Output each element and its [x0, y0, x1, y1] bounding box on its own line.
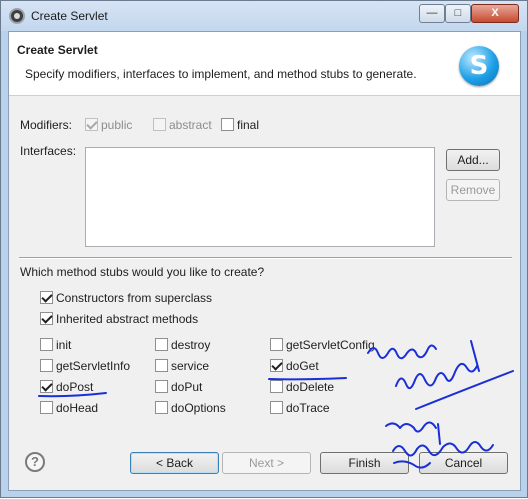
doget-checkbox[interactable]	[270, 359, 283, 372]
remove-interface-button[interactable]: Remove	[446, 179, 500, 201]
back-button[interactable]: < Back	[130, 452, 219, 474]
dooptions-checkbox[interactable]	[155, 401, 168, 414]
close-button[interactable]: X	[471, 4, 519, 23]
final-label[interactable]: final	[237, 118, 259, 132]
create-servlet-window: Create Servlet — □ X Create Servlet Spec…	[0, 0, 528, 498]
abstract-label: abstract	[169, 118, 212, 132]
doget-label[interactable]: doGet	[286, 359, 319, 373]
add-interface-button[interactable]: Add...	[446, 149, 500, 171]
dodelete-checkbox[interactable]	[270, 380, 283, 393]
next-button[interactable]: Next >	[222, 452, 311, 474]
finish-button[interactable]: Finish	[320, 452, 409, 474]
dotrace-checkbox[interactable]	[270, 401, 283, 414]
public-label: public	[101, 118, 133, 132]
getservletinfo-label[interactable]: getServletInfo	[56, 359, 130, 373]
dotrace-label[interactable]: doTrace	[286, 401, 330, 415]
dohead-checkbox[interactable]	[40, 401, 53, 414]
service-checkbox[interactable]	[155, 359, 168, 372]
wizard-header: Create Servlet Specify modifiers, interf…	[9, 32, 520, 96]
abstract-checkbox	[153, 118, 166, 131]
getservletconfig-checkbox[interactable]	[270, 338, 283, 351]
servlet-logo-icon: S	[459, 46, 499, 86]
init-checkbox[interactable]	[40, 338, 53, 351]
help-icon[interactable]: ?	[25, 452, 45, 472]
page-description: Specify modifiers, interfaces to impleme…	[25, 67, 417, 81]
eclipse-app-icon	[9, 8, 25, 24]
doput-checkbox[interactable]	[155, 380, 168, 393]
init-label[interactable]: init	[56, 338, 71, 352]
constructors-checkbox[interactable]	[40, 291, 53, 304]
getservletinfo-checkbox[interactable]	[40, 359, 53, 372]
doput-label[interactable]: doPut	[171, 380, 202, 394]
destroy-label[interactable]: destroy	[171, 338, 210, 352]
dopost-checkbox[interactable]	[40, 380, 53, 393]
inherited-checkbox[interactable]	[40, 312, 53, 325]
interfaces-label: Interfaces:	[20, 144, 77, 158]
dohead-label[interactable]: doHead	[56, 401, 98, 415]
modifiers-label: Modifiers:	[20, 118, 73, 132]
window-title: Create Servlet	[31, 9, 108, 23]
cancel-button[interactable]: Cancel	[419, 452, 508, 474]
destroy-checkbox[interactable]	[155, 338, 168, 351]
page-title: Create Servlet	[17, 43, 98, 57]
public-checkbox	[85, 118, 98, 131]
dodelete-label[interactable]: doDelete	[286, 380, 334, 394]
final-checkbox[interactable]	[221, 118, 234, 131]
minimize-button[interactable]: —	[419, 4, 445, 23]
method-stubs-question: Which method stubs would you like to cre…	[20, 265, 265, 279]
dopost-label[interactable]: doPost	[56, 380, 93, 394]
maximize-button[interactable]: □	[445, 4, 471, 23]
dialog-body: Create Servlet Specify modifiers, interf…	[8, 31, 521, 491]
interfaces-list[interactable]	[85, 147, 435, 247]
dooptions-label[interactable]: doOptions	[171, 401, 226, 415]
getservletconfig-label[interactable]: getServletConfig	[286, 338, 375, 352]
constructors-label[interactable]: Constructors from superclass	[56, 291, 212, 305]
section-separator	[19, 257, 512, 259]
inherited-label[interactable]: Inherited abstract methods	[56, 312, 198, 326]
title-bar[interactable]: Create Servlet — □ X	[1, 1, 527, 31]
service-label[interactable]: service	[171, 359, 209, 373]
